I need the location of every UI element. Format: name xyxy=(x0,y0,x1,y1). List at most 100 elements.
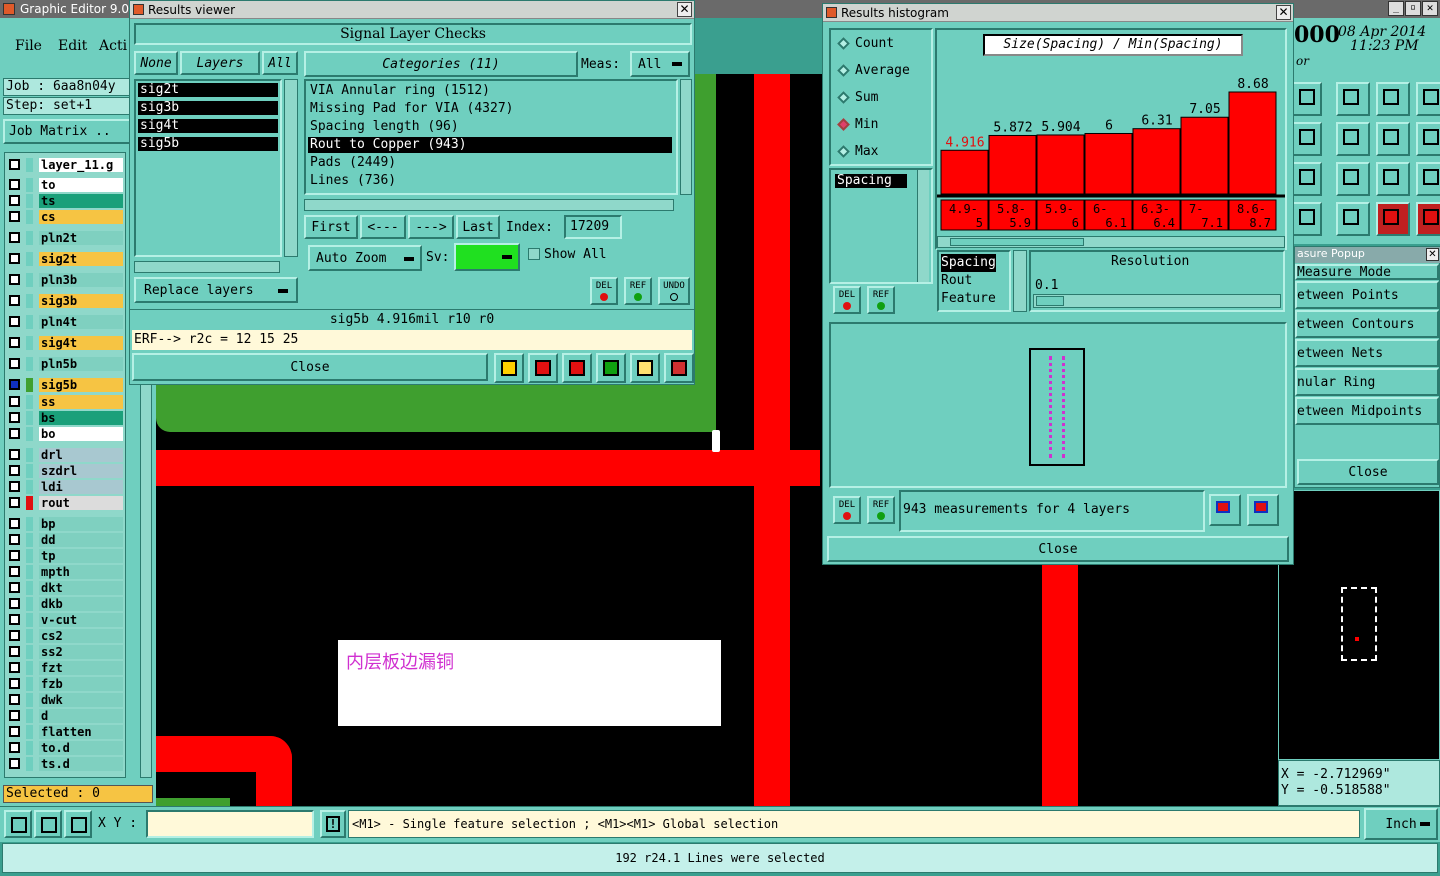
measure-mode-item[interactable]: etween Nets xyxy=(1295,339,1439,367)
layer-row-layer-11-g[interactable]: layer_11.g xyxy=(5,158,123,172)
layer-row-flatten[interactable]: flatten xyxy=(5,725,123,739)
layer-row-bo[interactable]: bo xyxy=(5,427,123,441)
layer-name[interactable]: bs xyxy=(39,411,123,425)
layer-checkbox[interactable] xyxy=(9,274,20,285)
category-list[interactable]: VIA Annular ring (1512) Missing Pad for V… xyxy=(304,79,678,195)
layer-name[interactable]: sig5b xyxy=(39,378,123,392)
layer-row-to-d[interactable]: to.d xyxy=(5,741,123,755)
layer-name[interactable]: flatten xyxy=(39,725,123,739)
settings-button[interactable] xyxy=(1292,202,1322,236)
sv-color-select[interactable] xyxy=(454,243,520,271)
layer-checkbox[interactable] xyxy=(9,646,20,657)
layer-list-vscroll[interactable] xyxy=(284,79,298,257)
snap-tool-button[interactable] xyxy=(4,810,32,838)
layer-row-cs2[interactable]: cs2 xyxy=(5,629,123,643)
layer-row-rout[interactable]: rout xyxy=(5,496,123,510)
histogram-list-scroll[interactable] xyxy=(917,170,929,282)
rv-layer-item[interactable]: sig4t xyxy=(138,119,278,133)
layer-list-hscroll[interactable] xyxy=(134,261,280,273)
layer-row-drl[interactable]: drl xyxy=(5,448,123,462)
layer-row-bs[interactable]: bs xyxy=(5,411,123,425)
histogram-bar[interactable] xyxy=(1132,128,1181,195)
layer-name[interactable]: to.d xyxy=(39,741,123,755)
align-button[interactable] xyxy=(1416,122,1440,156)
layer-name[interactable]: fzt xyxy=(39,661,123,675)
layer-checkbox[interactable] xyxy=(9,534,20,545)
rv-layer-item[interactable]: sig5b xyxy=(138,137,278,151)
histogram-chart[interactable]: 4.9164.9-55.8725.8-5.95.9045.9-666-6.16.… xyxy=(937,56,1285,252)
chart-hscroll-thumb[interactable] xyxy=(950,238,1084,246)
measure-mode-item[interactable]: etween Midpoints xyxy=(1295,397,1439,425)
unit-select[interactable]: Inch xyxy=(1364,808,1438,840)
xy-input[interactable] xyxy=(146,810,314,838)
type-list-scroll[interactable] xyxy=(1013,250,1027,312)
layer-name[interactable]: d xyxy=(39,709,123,723)
layer-name[interactable]: to xyxy=(39,178,123,192)
layer-checkbox[interactable] xyxy=(9,195,20,206)
center-button[interactable] xyxy=(1336,162,1370,196)
layer-row-fzt[interactable]: fzt xyxy=(5,661,123,675)
measure-popup-close-icon[interactable]: ✕ xyxy=(1426,248,1439,261)
layer-row-pln3b[interactable]: pln3b xyxy=(5,273,123,287)
layer-row-dkb[interactable]: dkb xyxy=(5,597,123,611)
flag-result-button[interactable] xyxy=(528,353,558,383)
layer-checkbox[interactable] xyxy=(9,726,20,737)
layer-checkbox[interactable] xyxy=(9,518,20,529)
window-button[interactable] xyxy=(1416,82,1440,116)
layer-checkbox[interactable] xyxy=(9,710,20,721)
resolution-slider[interactable] xyxy=(1033,294,1281,308)
category-item[interactable]: Rout to Copper (943) xyxy=(308,137,672,153)
layer-name[interactable]: cs2 xyxy=(39,629,123,643)
layer-checkbox[interactable] xyxy=(9,742,20,753)
layer-name[interactable]: pln5b xyxy=(39,357,123,371)
select-button[interactable] xyxy=(1292,82,1322,116)
layer-name[interactable]: szdrl xyxy=(39,464,123,478)
rv-close-button[interactable]: Close xyxy=(132,353,488,381)
zoom-result-button[interactable] xyxy=(494,353,524,383)
category-item[interactable]: Pads (2449) xyxy=(308,155,672,171)
radio-average[interactable]: Average xyxy=(837,63,910,79)
layer-row-ldi[interactable]: ldi xyxy=(5,480,123,494)
layer-name[interactable]: sig2t xyxy=(39,252,123,266)
layer-name[interactable]: dkt xyxy=(39,581,123,595)
layer-row-cs[interactable]: cs xyxy=(5,210,123,224)
layer-checkbox[interactable] xyxy=(9,428,20,439)
layer-checkbox[interactable] xyxy=(9,179,20,190)
preview-del-button[interactable]: DEL xyxy=(833,496,861,524)
layers-tab[interactable]: Layers xyxy=(180,51,260,75)
meas-select[interactable]: All xyxy=(630,51,690,77)
resolution-slider-thumb[interactable] xyxy=(1036,296,1064,306)
layer-checkbox[interactable] xyxy=(9,379,20,390)
layer-name[interactable]: dkb xyxy=(39,597,123,611)
type-list-item[interactable]: Spacing xyxy=(941,254,996,272)
del-button[interactable]: DEL xyxy=(590,277,618,305)
layer-row-to[interactable]: to xyxy=(5,178,123,192)
layer-row-sig4t[interactable]: sig4t xyxy=(5,336,123,350)
histogram-list[interactable]: Spacing xyxy=(829,168,933,284)
layer-row-szdrl[interactable]: szdrl xyxy=(5,464,123,478)
layer-checkbox[interactable] xyxy=(9,449,20,460)
layer-name[interactable]: bp xyxy=(39,517,123,531)
layer-row-pln4t[interactable]: pln4t xyxy=(5,315,123,329)
layer-name[interactable]: ts xyxy=(39,194,123,208)
layer-checkbox[interactable] xyxy=(9,662,20,673)
layer-row-ss2[interactable]: ss2 xyxy=(5,645,123,659)
home-button[interactable] xyxy=(1376,82,1410,116)
layer-checkbox[interactable] xyxy=(9,550,20,561)
all-button[interactable]: All xyxy=(262,51,298,75)
layer-name[interactable]: cs xyxy=(39,210,123,224)
preview-ref-button[interactable]: REF xyxy=(867,496,895,524)
overview-panel[interactable] xyxy=(1278,490,1440,760)
layer-name[interactable]: tp xyxy=(39,549,123,563)
radio-count[interactable]: Count xyxy=(837,36,894,52)
radio-min[interactable]: Min xyxy=(837,117,878,133)
erf-button[interactable] xyxy=(562,353,592,383)
layer-checkbox[interactable] xyxy=(9,678,20,689)
layer-name[interactable]: ldi xyxy=(39,480,123,494)
type-list-item[interactable]: Rout xyxy=(941,272,1009,290)
layer-name[interactable]: pln2t xyxy=(39,231,123,245)
undo-button[interactable]: UNDO xyxy=(658,277,690,305)
hist-ref-button[interactable]: REF xyxy=(867,286,895,314)
app-close-button[interactable]: ✕ xyxy=(1422,1,1438,16)
layer-name[interactable]: v-cut xyxy=(39,613,123,627)
